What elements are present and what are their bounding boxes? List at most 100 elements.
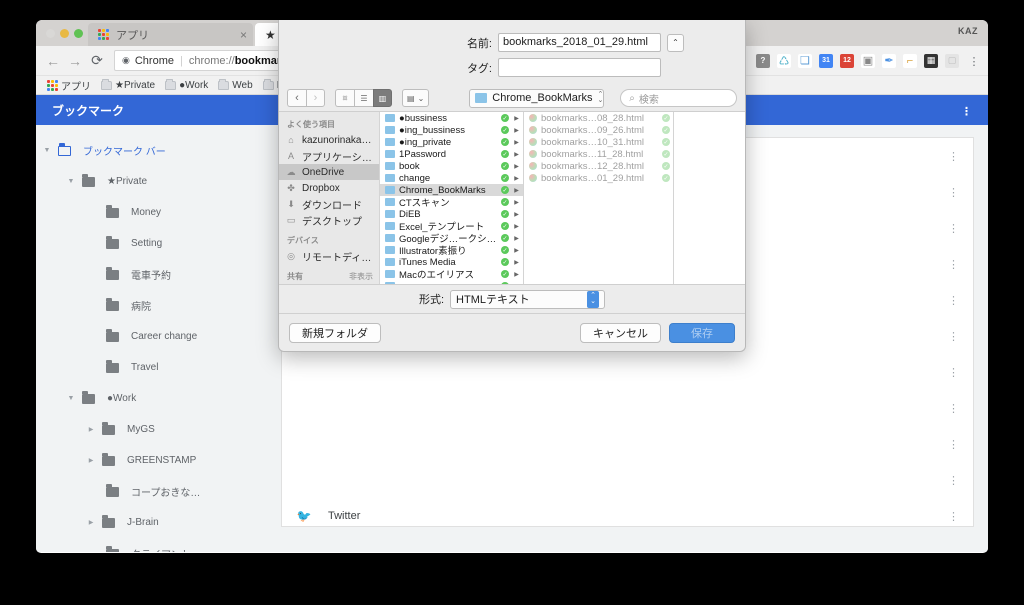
window-minimize-button[interactable]	[60, 29, 69, 38]
tree-item-mygs[interactable]: MyGS	[36, 414, 281, 445]
tree-item-money[interactable]: Money	[36, 197, 281, 228]
file-row[interactable]: money ✓ ▶	[380, 280, 523, 284]
list-item-menu-icon[interactable]: ⋮	[948, 403, 959, 414]
disclosure-arrow-icon[interactable]: ▶	[513, 211, 520, 218]
recycle-extension-icon[interactable]: ♺	[777, 53, 791, 68]
view-icon-button[interactable]: ⦂⦂	[335, 89, 354, 107]
sidebar-item-desktop[interactable]: ▭ デスクトップ	[279, 212, 379, 228]
window-maximize-button[interactable]	[74, 29, 83, 38]
tree-item-j-brain[interactable]: J-Brain	[36, 507, 281, 538]
arrange-by-button[interactable]: ▤ ⌄	[402, 89, 430, 107]
file-row[interactable]: Macのエイリアス ✓ ▶	[380, 268, 523, 281]
format-select[interactable]: HTMLテキスト ⌃ ⌄	[450, 289, 606, 309]
disclosure-arrow-icon[interactable]: ▶	[513, 187, 520, 194]
sidebar-item-home[interactable]: ⌂ kazunorinaka…	[279, 132, 379, 148]
window-close-button[interactable]	[46, 29, 55, 38]
ruler-extension-icon[interactable]: ⌐	[903, 53, 917, 68]
calendar-extension-icon[interactable]: 31	[819, 53, 833, 68]
tree-item-greenstamp[interactable]: GREENSTAMP	[36, 445, 281, 476]
disclosure-arrow-icon[interactable]: ▶	[513, 247, 520, 254]
file-row[interactable]: bookmarks…09_26.html ✓	[524, 124, 673, 136]
back-icon[interactable]: ←	[42, 53, 64, 69]
list-item-menu-icon[interactable]: ⋮	[948, 331, 959, 342]
filename-input[interactable]: bookmarks_2018_01_29.html	[498, 33, 661, 52]
list-item-menu-icon[interactable]: ⋮	[948, 439, 959, 450]
disclosure-arrow-icon[interactable]: ▶	[513, 223, 520, 230]
camera-extension-icon[interactable]: ▣	[861, 53, 875, 68]
disclosure-arrow-icon[interactable]: ▶	[513, 235, 520, 242]
chevron-right-icon[interactable]	[80, 426, 102, 433]
view-column-button[interactable]: ▥	[373, 89, 392, 107]
disclosure-arrow-icon[interactable]: ▶	[513, 283, 520, 285]
tree-item-hospital[interactable]: 病院	[36, 290, 281, 321]
disclosure-arrow-icon[interactable]: ▶	[513, 259, 520, 266]
dialog-forward-button[interactable]: ›	[306, 89, 325, 107]
disclosure-arrow-icon[interactable]: ▶	[513, 199, 520, 206]
sidebar-item-dropbox[interactable]: ✤ Dropbox	[279, 180, 379, 196]
list-item-menu-icon[interactable]: ⋮	[948, 223, 959, 234]
disclosure-arrow-icon[interactable]: ▶	[513, 163, 520, 170]
disclosure-arrow-icon[interactable]: ▶	[513, 127, 520, 134]
list-item[interactable]: ⋮	[282, 390, 973, 426]
file-row[interactable]: ●ing_bussiness ✓ ▶	[380, 124, 523, 136]
tag-input[interactable]	[498, 58, 661, 77]
save-button[interactable]: 保存	[669, 322, 735, 343]
sidebar-item-downloads[interactable]: ⬇ ダウンロード	[279, 196, 379, 212]
reload-icon[interactable]: ⟳	[86, 52, 108, 69]
eyedropper-extension-icon[interactable]: ✒	[882, 53, 896, 68]
current-folder-popup[interactable]: Chrome_BookMarks ⌃ ⌄	[469, 88, 605, 108]
tree-item-train-reservation[interactable]: 電車予約	[36, 259, 281, 290]
list-item-menu-icon[interactable]: ⋮	[948, 151, 959, 162]
list-item-menu-icon[interactable]: ⋮	[948, 475, 959, 486]
bookmark-bar-item-work[interactable]: ●Work	[160, 78, 213, 91]
dialog-search-field[interactable]: ⌕ 検索	[620, 89, 737, 107]
tree-item-travel[interactable]: Travel	[36, 352, 281, 383]
list-item-menu-icon[interactable]: ⋮	[948, 187, 959, 198]
tab-apps[interactable]: アプリ ×	[88, 23, 253, 46]
file-row[interactable]: bookmarks…01_29.html ✓	[524, 172, 673, 184]
chrome-menu-icon[interactable]: ⋮	[966, 56, 982, 67]
view-list-button[interactable]: ☰	[354, 89, 373, 107]
file-row[interactable]: book ✓ ▶	[380, 160, 523, 172]
list-item-menu-icon[interactable]: ⋮	[948, 259, 959, 270]
dialog-back-button[interactable]: ‹	[287, 89, 306, 107]
profile-name-label[interactable]: KAZ	[958, 26, 978, 36]
chevron-down-icon[interactable]	[60, 178, 82, 185]
list-item-menu-icon[interactable]: ⋮	[948, 367, 959, 378]
chevron-down-icon[interactable]	[60, 395, 82, 402]
file-row[interactable]: bookmarks…11_28.html ✓	[524, 148, 673, 160]
file-row[interactable]: bookmarks…12_28.html ✓	[524, 160, 673, 172]
tree-item-private[interactable]: ★Private	[36, 166, 281, 197]
qrcode-extension-icon[interactable]: ▦	[924, 53, 938, 68]
file-row[interactable]: Illustrator素振り ✓ ▶	[380, 244, 523, 257]
bookmark-bar-item-web[interactable]: Web	[213, 78, 257, 91]
list-item[interactable]: ⋮	[282, 426, 973, 462]
help-extension-icon[interactable]: ?	[756, 53, 770, 68]
bookmark-bar-item-private[interactable]: ★Private	[96, 78, 160, 91]
bookmark-bar-item-apps[interactable]: アプリ	[42, 78, 96, 93]
list-item-twitter[interactable]: 🐦 Twitter ⋮	[282, 498, 973, 526]
expand-dialog-button[interactable]: ⌃	[667, 33, 684, 52]
list-item-menu-icon[interactable]: ⋮	[948, 511, 959, 522]
list-item[interactable]: ⋮	[282, 354, 973, 390]
file-row[interactable]: CTスキャン ✓ ▶	[380, 196, 523, 209]
file-row[interactable]: ●ing_private ✓ ▶	[380, 136, 523, 148]
chevron-down-icon[interactable]	[36, 147, 58, 154]
list-item-menu-icon[interactable]: ⋮	[948, 295, 959, 306]
sidebar-item-remote-disk[interactable]: ◎ リモートディスク	[279, 248, 379, 264]
disclosure-arrow-icon[interactable]: ▶	[513, 271, 520, 278]
file-row[interactable]: bookmarks…08_28.html ✓	[524, 112, 673, 124]
tree-item-setting[interactable]: Setting	[36, 228, 281, 259]
tree-item-coop-okinawa[interactable]: コープおきな…	[36, 476, 281, 507]
new-folder-button[interactable]: 新規フォルダ	[289, 322, 381, 343]
tree-item-career-change[interactable]: Career change	[36, 321, 281, 352]
sidebar-item-applications[interactable]: А アプリケーション	[279, 148, 379, 164]
calendar-red-extension-icon[interactable]: 12	[840, 53, 854, 68]
file-row[interactable]: 1Password ✓ ▶	[380, 148, 523, 160]
disclosure-arrow-icon[interactable]: ▶	[513, 139, 520, 146]
list-item[interactable]: ⋮	[282, 462, 973, 498]
cancel-button[interactable]: キャンセル	[580, 322, 661, 343]
disclosure-arrow-icon[interactable]: ▶	[513, 175, 520, 182]
tree-item-client[interactable]: クライアント	[36, 538, 281, 552]
clip-extension-icon[interactable]: ❏	[798, 53, 812, 68]
